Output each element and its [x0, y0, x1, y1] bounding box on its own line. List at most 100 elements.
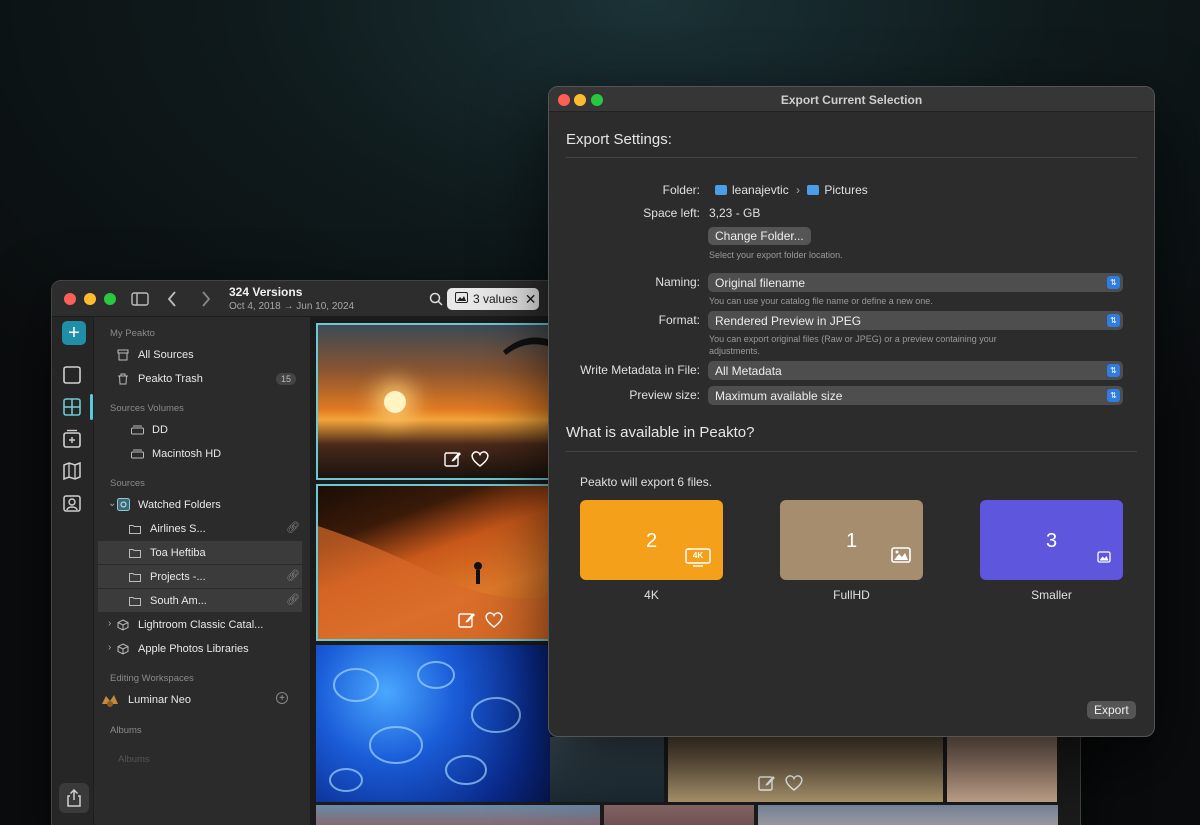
chevron-down-icon[interactable]: ⌄: [108, 498, 116, 509]
photo-tools: [758, 774, 804, 797]
sidebar-item-apple-photos[interactable]: › Apple Photos Libraries: [106, 637, 302, 660]
sidebar-toggle-icon[interactable]: [128, 287, 152, 311]
preview-size-select[interactable]: Maximum available size ⇅: [708, 386, 1123, 405]
available-heading: What is available in Peakto?: [566, 424, 755, 441]
naming-help: You can use your catalog file name or de…: [709, 296, 933, 306]
back-chevron-icon[interactable]: [160, 287, 184, 311]
drive-icon: [130, 423, 144, 437]
albums-item-faded: Albums: [118, 754, 150, 765]
sidebar-item-label: Apple Photos Libraries: [138, 642, 249, 655]
path-separator-icon: ›: [796, 183, 801, 197]
heart-icon[interactable]: [484, 611, 504, 634]
edit-icon[interactable]: [444, 450, 462, 473]
tile-4k[interactable]: 2 4K: [580, 500, 723, 580]
versions-title: 324 Versions: [229, 285, 303, 299]
tool-rail: +: [52, 317, 94, 825]
format-select[interactable]: Rendered Preview in JPEG ⇅: [708, 311, 1123, 330]
photo-portrait[interactable]: [604, 805, 754, 825]
photo-cyclist[interactable]: [668, 737, 943, 802]
filter-chip-label: 3 values: [473, 292, 518, 306]
sidebar-item-folder-projects[interactable]: Projects -... 🔗︎: [98, 565, 324, 588]
preview-size-label: Preview size:: [629, 388, 700, 402]
section-my-peakto: My Peakto: [110, 328, 155, 339]
edit-icon[interactable]: [458, 611, 476, 634]
cube-icon: [116, 618, 130, 632]
photo-tools: [444, 450, 490, 473]
sidebar-item-label: Airlines S...: [150, 522, 206, 535]
photo-building[interactable]: [947, 737, 1057, 802]
export-dialog: Export Current Selection Export Settings…: [548, 86, 1155, 737]
photo-desert[interactable]: [316, 484, 552, 641]
folder-path: leanajevtic › Pictures: [715, 183, 868, 197]
export-settings-heading: Export Settings:: [566, 131, 672, 148]
format-help: You can export original files (Raw or JP…: [709, 334, 997, 356]
sidebar-item-trash[interactable]: Peakto Trash 15: [106, 367, 302, 390]
sidebar-item-folder-airlines[interactable]: Airlines S... 🔗︎: [106, 517, 324, 540]
image-filter-icon: [455, 292, 468, 306]
share-button[interactable]: [59, 783, 89, 813]
chevron-right-icon[interactable]: ›: [108, 618, 111, 629]
metadata-label: Write Metadata in File:: [580, 363, 700, 377]
sidebar-item-folder-toa[interactable]: Toa Heftiba: [98, 541, 324, 564]
sidebar-item-label: Luminar Neo: [128, 693, 191, 706]
sidebar-item-luminar[interactable]: Luminar Neo +: [102, 688, 302, 711]
watched-folder-icon: [116, 498, 130, 512]
photo-sky[interactable]: [758, 805, 1058, 825]
photo-street[interactable]: [316, 805, 600, 825]
cube-icon: [116, 642, 130, 656]
photo-jellyfish[interactable]: [316, 645, 550, 802]
people-icon[interactable]: [62, 493, 84, 515]
minimize-window-button[interactable]: [84, 293, 96, 305]
tile-smaller[interactable]: 3: [980, 500, 1123, 580]
naming-label: Naming:: [655, 275, 700, 289]
edit-icon[interactable]: [758, 774, 776, 797]
sidebar-item-lightroom[interactable]: › Lightroom Classic Catal...: [106, 613, 302, 636]
sidebar-item-folder-south[interactable]: South Am... 🔗︎: [98, 589, 324, 612]
photo-water[interactable]: [550, 737, 664, 802]
sidebar-item-label: South Am...: [150, 594, 207, 607]
metadata-select-value: All Metadata: [715, 363, 782, 378]
chevron-right-icon[interactable]: ›: [108, 642, 111, 653]
add-workspace-icon[interactable]: +: [276, 692, 288, 704]
add-source-button[interactable]: +: [62, 321, 86, 345]
format-select-value: Rendered Preview in JPEG: [715, 313, 862, 328]
export-button[interactable]: Export: [1087, 701, 1136, 719]
preview-size-select-value: Maximum available size: [715, 388, 843, 403]
sidebar-item-watched-folders[interactable]: ⌄ Watched Folders: [106, 493, 302, 516]
heart-icon[interactable]: [784, 774, 804, 797]
paraglider-shape: [503, 337, 550, 355]
link-icon: 🔗︎: [286, 570, 300, 582]
archive-icon: [116, 348, 130, 362]
close-window-button[interactable]: [64, 293, 76, 305]
change-folder-button[interactable]: Change Folder...: [708, 227, 811, 245]
zoom-window-button[interactable]: [104, 293, 116, 305]
sidebar-item-label: Projects -...: [150, 570, 206, 583]
naming-select-value: Original filename: [715, 275, 806, 290]
grid-view-icon[interactable]: [62, 397, 84, 419]
sidebar-item-label: Peakto Trash: [138, 372, 203, 385]
photo-tools: [458, 611, 504, 634]
space-left-label: Space left:: [643, 206, 700, 220]
compare-view-icon[interactable]: [62, 429, 84, 451]
map-icon[interactable]: [62, 461, 84, 483]
tile-4k-label: 4K: [644, 588, 659, 602]
tile-fullhd[interactable]: 1: [780, 500, 923, 580]
search-icon[interactable]: [424, 287, 448, 311]
folder-icon: [128, 522, 142, 536]
filter-chip[interactable]: 3 values ✕: [447, 288, 539, 310]
dialog-title: Export Current Selection: [780, 93, 923, 107]
4k-display-icon: 4K: [685, 548, 711, 568]
heart-icon[interactable]: [470, 450, 490, 473]
forward-chevron-icon[interactable]: [194, 287, 218, 311]
folder-path-user: leanajevtic: [732, 183, 789, 197]
luminar-logo-icon: [100, 693, 120, 707]
sidebar-item-volume-macintosh[interactable]: Macintosh HD: [106, 442, 324, 465]
sidebar-item-volume-dd[interactable]: DD: [106, 418, 324, 441]
naming-select[interactable]: Original filename ⇅: [708, 273, 1123, 292]
sidebar-item-all-sources[interactable]: All Sources: [106, 343, 302, 366]
single-view-icon[interactable]: [62, 365, 84, 387]
clear-filter-icon[interactable]: ✕: [525, 291, 537, 308]
photo-sunset[interactable]: [316, 323, 552, 480]
metadata-select[interactable]: All Metadata ⇅: [708, 361, 1123, 380]
sidebar-item-label: DD: [152, 423, 168, 436]
